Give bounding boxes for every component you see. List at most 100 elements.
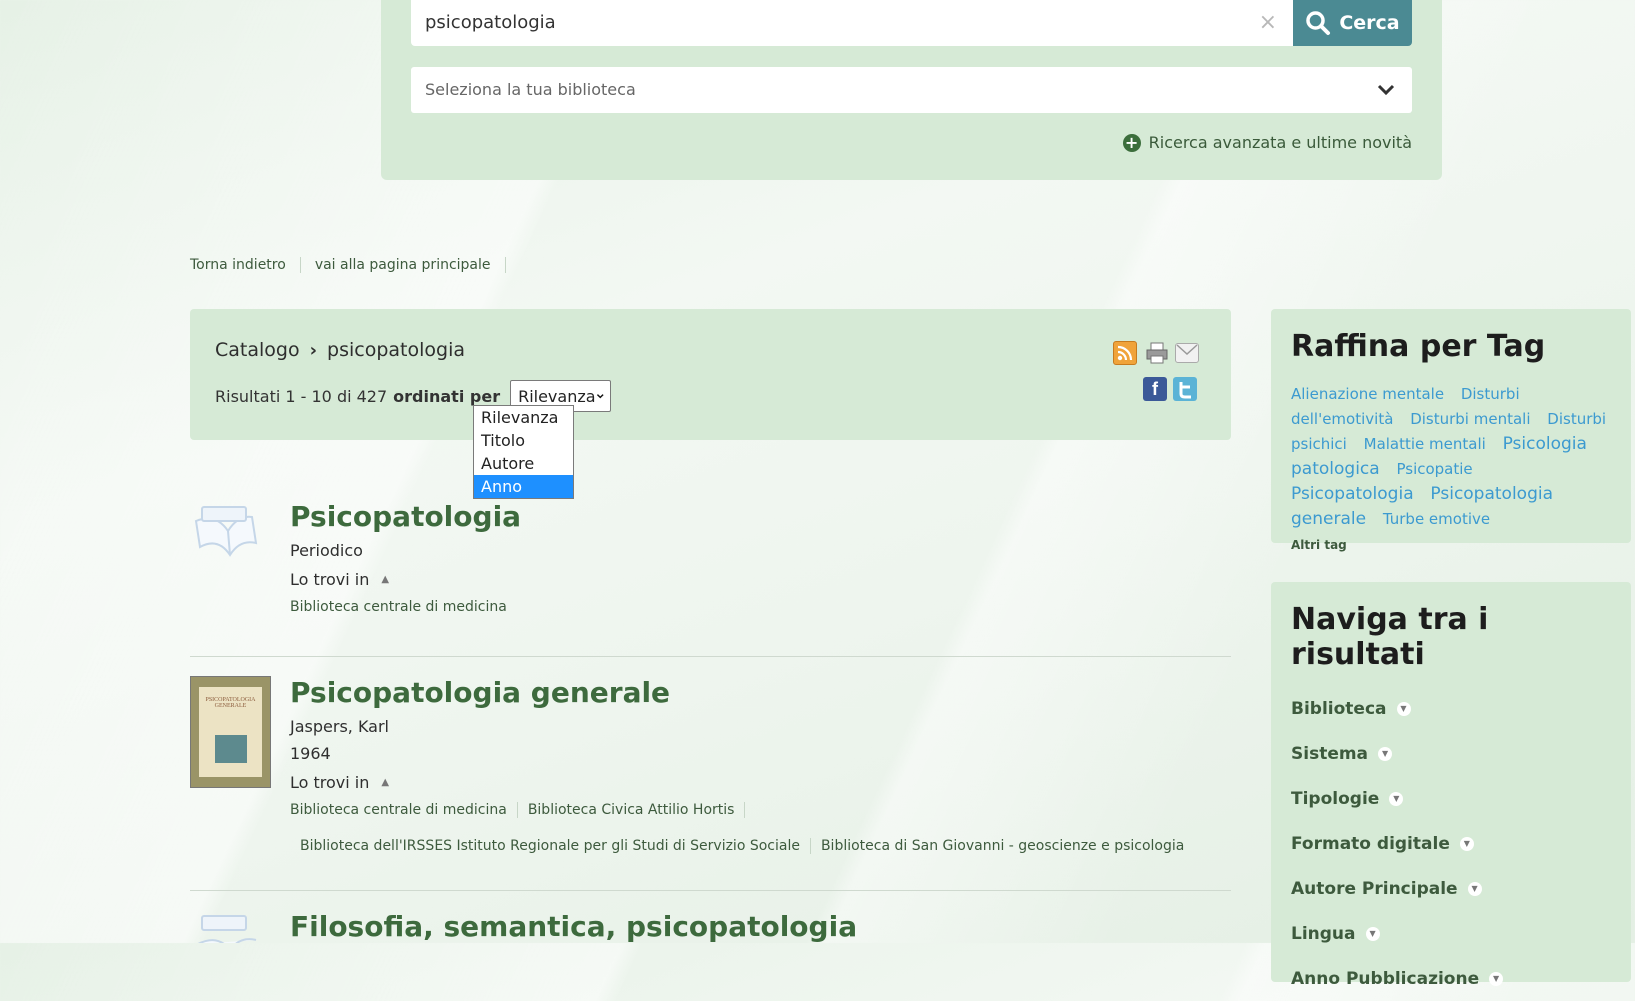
result-info: Psicopatologia Periodico Lo trovi in ▲ B… xyxy=(290,500,521,615)
chevron-down-icon: ▼ xyxy=(1365,926,1380,941)
sort-selected-value: Rilevanza xyxy=(518,386,596,406)
breadcrumb-catalog[interactable]: Catalogo xyxy=(215,339,300,361)
result-info: Filosofia, semantica, psicopatologia xyxy=(290,910,857,943)
tags-title: Raffina per Tag xyxy=(1291,329,1546,364)
book-cover-inner: PSICOPATOLOGIA GENERALE xyxy=(199,687,262,777)
facebook-icon[interactable]: f xyxy=(1143,377,1167,401)
facet-anno-pubblicazione[interactable]: Anno Pubblicazione ▼ xyxy=(1291,956,1631,1001)
print-icon[interactable] xyxy=(1145,341,1169,365)
tag-link[interactable]: Malattie mentali xyxy=(1364,435,1486,453)
chevron-down-icon: ▼ xyxy=(1467,881,1482,896)
facet-label: Anno Pubblicazione xyxy=(1291,968,1480,989)
chevron-down-icon: ▼ xyxy=(1489,971,1504,986)
divider xyxy=(190,656,1231,657)
sort-option[interactable]: Rilevanza xyxy=(474,406,573,429)
result-item: Filosofia, semantica, psicopatologia xyxy=(190,910,1231,943)
result-title[interactable]: Psicopatologia generale xyxy=(290,676,1250,709)
chevron-down-icon xyxy=(596,394,604,399)
result-type: Periodico xyxy=(290,541,363,560)
book-placeholder-icon xyxy=(190,505,270,579)
triangle-up-icon: ▲ xyxy=(381,777,390,788)
chevron-down-icon: ▼ xyxy=(1389,791,1404,806)
lo-trovi-label: Lo trovi in xyxy=(290,773,370,792)
lo-trovi-toggle[interactable]: Lo trovi in ▲ xyxy=(290,773,1250,792)
library-link[interactable]: Biblioteca di San Giovanni - geoscienze … xyxy=(811,838,1194,854)
facet-biblioteca[interactable]: Biblioteca ▼ xyxy=(1291,686,1631,731)
facet-autore-principale[interactable]: Autore Principale ▼ xyxy=(1291,866,1631,911)
library-link[interactable]: Biblioteca centrale di medicina xyxy=(290,599,517,615)
search-input[interactable]: psicopatologia × xyxy=(411,0,1295,46)
cover-title: PSICOPATOLOGIA GENERALE xyxy=(205,697,256,709)
back-link[interactable]: Torna indietro xyxy=(190,257,301,273)
more-tags-link[interactable]: Altri tag xyxy=(1291,538,1631,552)
chevron-down-icon: ▼ xyxy=(1396,701,1411,716)
facet-label: Sistema xyxy=(1291,743,1369,764)
home-link[interactable]: vai alla pagina principale xyxy=(301,257,506,273)
lo-trovi-label: Lo trovi in xyxy=(290,570,370,589)
tags-panel: Raffina per Tag Alienazione mentale Dist… xyxy=(1271,309,1631,552)
sort-dropdown[interactable]: Rilevanza Titolo Autore Anno xyxy=(473,405,574,499)
book-placeholder-icon xyxy=(190,914,270,943)
cover-art xyxy=(215,735,247,763)
library-link[interactable]: Biblioteca centrale di medicina xyxy=(290,802,518,818)
facet-formato-digitale[interactable]: Formato digitale ▼ xyxy=(1291,821,1631,866)
breadcrumb: Catalogo › psicopatologia xyxy=(215,339,465,361)
result-title[interactable]: Psicopatologia xyxy=(290,500,521,533)
tag-link[interactable]: Alienazione mentale xyxy=(1291,385,1444,403)
result-year: 1964 xyxy=(290,744,331,763)
library-link[interactable]: Biblioteca Civica Attilio Hortis xyxy=(518,802,746,818)
result-title[interactable]: Filosofia, semantica, psicopatologia xyxy=(290,910,857,943)
advanced-search-link[interactable]: + Ricerca avanzata e ultime novità xyxy=(1122,133,1412,152)
facets-title: Naviga tra i risultati xyxy=(1291,602,1489,672)
result-item: Psicopatologia Periodico Lo trovi in ▲ B… xyxy=(190,500,1231,640)
top-nav: Torna indietro vai alla pagina principal… xyxy=(190,257,506,273)
tag-link[interactable]: Psicopatie xyxy=(1396,460,1472,478)
search-panel: psicopatologia × Cerca Seleziona la tua … xyxy=(381,0,1442,180)
chevron-right-icon: › xyxy=(309,339,318,361)
sort-option[interactable]: Titolo xyxy=(474,429,573,452)
result-range: Risultati 1 - 10 di 427 xyxy=(215,386,388,406)
result-item: PSICOPATOLOGIA GENERALE Psicopatologia g… xyxy=(190,676,1231,886)
chevron-down-icon xyxy=(1377,84,1395,96)
rss-icon[interactable] xyxy=(1113,341,1137,365)
facets-panel: Naviga tra i risultati Biblioteca ▼ Siste… xyxy=(1271,582,1631,989)
sort-option-highlighted[interactable]: Anno xyxy=(474,475,573,498)
facet-label: Formato digitale xyxy=(1291,833,1450,854)
clear-icon[interactable]: × xyxy=(1259,10,1277,35)
facet-label: Tipologie xyxy=(1291,788,1380,809)
book-cover[interactable]: PSICOPATOLOGIA GENERALE xyxy=(190,676,271,788)
twitter-icon[interactable] xyxy=(1173,377,1197,401)
library-select-placeholder: Seleziona la tua biblioteca xyxy=(425,80,636,99)
facet-label: Lingua xyxy=(1291,923,1356,944)
tag-cloud: Alienazione mentale Disturbi dell'emotiv… xyxy=(1291,382,1611,532)
breadcrumb-current: psicopatologia xyxy=(327,339,465,361)
facet-label: Autore Principale xyxy=(1291,878,1458,899)
results-header: Catalogo › psicopatologia Risultati 1 - … xyxy=(190,309,1231,440)
facet-lingua[interactable]: Lingua ▼ xyxy=(1291,911,1631,956)
facet-tipologie[interactable]: Tipologie ▼ xyxy=(1291,776,1631,821)
library-list: Biblioteca centrale di medicina Bibliote… xyxy=(290,802,1250,854)
tag-link[interactable]: Disturbi mentali xyxy=(1410,410,1530,428)
tag-link[interactable]: Turbe emotive xyxy=(1383,510,1490,528)
search-button[interactable]: Cerca xyxy=(1293,0,1412,46)
triangle-up-icon: ▲ xyxy=(381,574,390,585)
library-select[interactable]: Seleziona la tua biblioteca xyxy=(411,67,1412,113)
library-link[interactable]: Biblioteca dell'IRSSES Istituto Regional… xyxy=(290,838,811,854)
chevron-down-icon: ▼ xyxy=(1459,836,1474,851)
lo-trovi-toggle[interactable]: Lo trovi in ▲ xyxy=(290,570,521,589)
search-query-text[interactable]: psicopatologia xyxy=(425,12,556,33)
search-icon xyxy=(1306,11,1331,35)
result-author[interactable]: Jaspers, Karl xyxy=(290,717,1250,736)
search-button-label: Cerca xyxy=(1339,12,1400,34)
chevron-down-icon: ▼ xyxy=(1378,746,1393,761)
advanced-search-label: Ricerca avanzata e ultime novità xyxy=(1148,133,1412,152)
result-info: Psicopatologia generale Jaspers, Karl 19… xyxy=(290,676,1250,854)
divider xyxy=(190,890,1231,891)
facet-sistema[interactable]: Sistema ▼ xyxy=(1291,731,1631,776)
sort-option[interactable]: Autore xyxy=(474,452,573,475)
library-list: Biblioteca centrale di medicina xyxy=(290,599,521,615)
sorted-by-label: ordinati per xyxy=(393,386,501,406)
plus-circle-icon: + xyxy=(1122,133,1141,152)
tag-link[interactable]: Psicopatologia xyxy=(1291,484,1414,504)
mail-icon[interactable] xyxy=(1175,343,1199,363)
